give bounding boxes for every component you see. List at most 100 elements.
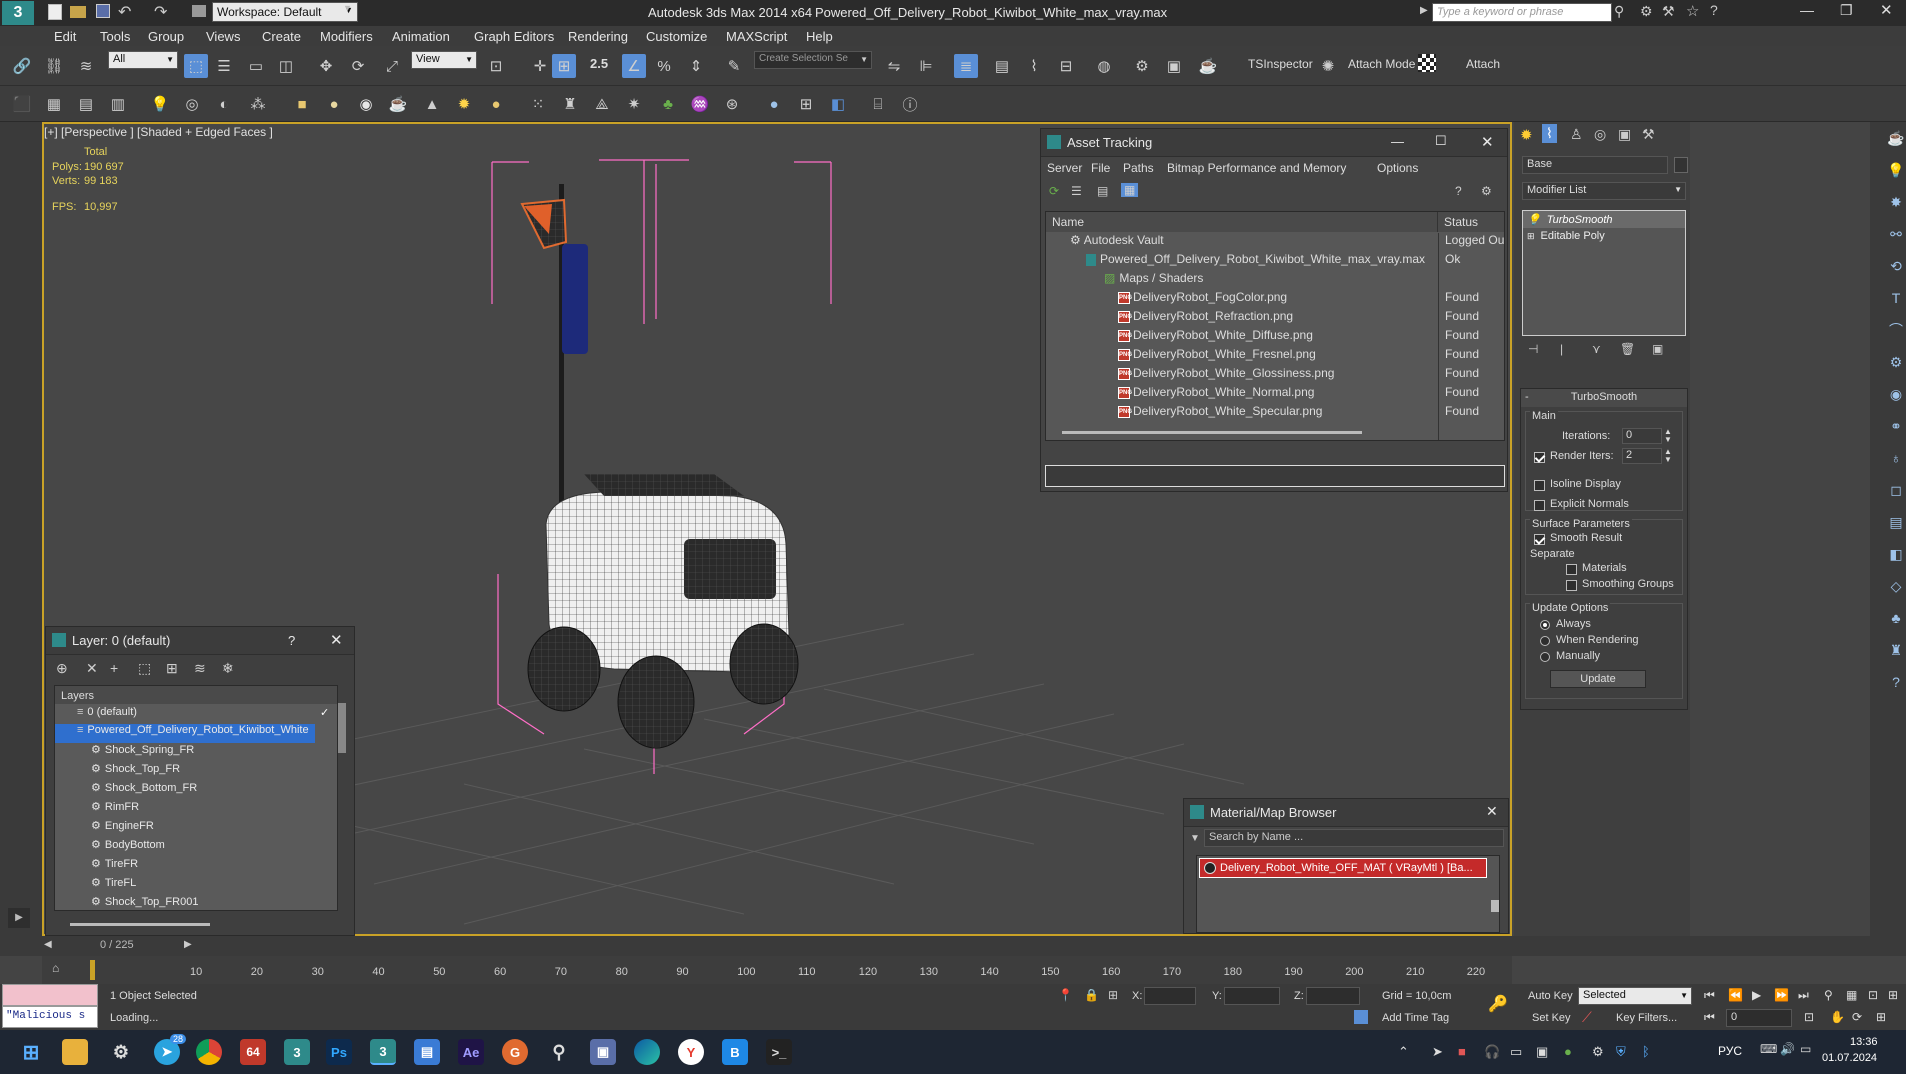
object-name-field[interactable]: Base	[1522, 156, 1668, 174]
x-coordinate-field[interactable]	[1144, 987, 1196, 1005]
yandex-icon[interactable]: Y	[678, 1039, 704, 1065]
notepad-icon[interactable]: ▤	[414, 1039, 440, 1065]
time-config-icon[interactable]: ⊡	[1804, 1010, 1814, 1024]
angle-snap-icon[interactable]: ∠	[622, 54, 646, 78]
3dsmax-taskbar-icon[interactable]: 3	[284, 1039, 310, 1065]
configure-sets-icon[interactable]: ▣	[1652, 342, 1663, 356]
asset-row-bitmap[interactable]: PNGDeliveryRobot_White_Diffuse.png	[1046, 328, 1313, 347]
camera-icon[interactable]: ◎	[180, 92, 204, 116]
layer-row-object[interactable]: ⚙ TireFL	[55, 876, 335, 895]
menu-rendering[interactable]: Rendering	[568, 29, 628, 44]
infocenter-expand-icon[interactable]: ▶	[1420, 5, 1428, 16]
maximize-icon[interactable]: ❐	[1840, 2, 1853, 19]
explicit-normals-checkbox[interactable]	[1534, 500, 1545, 511]
iterations-spinner[interactable]: 0	[1622, 428, 1662, 444]
fov-icon[interactable]: ⊞	[1876, 1010, 1886, 1024]
menu-graph-editors[interactable]: Graph Editors	[474, 29, 554, 44]
vray-sphere-icon[interactable]: ✷	[622, 92, 646, 116]
when-rendering-radio[interactable]	[1540, 636, 1550, 646]
motion-tab-icon[interactable]: ◎	[1594, 126, 1606, 143]
tray-green-icon[interactable]: ●	[1564, 1044, 1572, 1059]
save-app-icon[interactable]: ▣	[590, 1039, 616, 1065]
smooth-result-checkbox[interactable]	[1534, 534, 1545, 545]
close-icon[interactable]: ✕	[330, 631, 343, 649]
terminal-icon[interactable]: >_	[766, 1039, 792, 1065]
key-mode-toggle-icon[interactable]: ⏮	[1704, 1010, 1715, 1025]
help-icon[interactable]: ?	[1710, 2, 1718, 18]
close-icon[interactable]: ✕	[1481, 133, 1494, 151]
next-frame-icon[interactable]: ⏩	[1774, 988, 1789, 1002]
app-64-icon[interactable]: 64	[240, 1039, 266, 1065]
bulb-icon[interactable]: 💡	[1527, 214, 1541, 226]
isolate-toggle-icon[interactable]: 📍	[1058, 988, 1073, 1002]
input-language[interactable]: РУС	[1718, 1044, 1742, 1058]
layer-row-object[interactable]: ⚙ Shock_Top_FR	[55, 762, 335, 781]
volume-icon[interactable]: 🔊	[1780, 1042, 1795, 1056]
keyboard-shortcut-override-icon[interactable]: ⊞	[552, 54, 576, 78]
material-list-scrollbar[interactable]	[1491, 900, 1499, 912]
align-icon[interactable]: ⊫	[914, 54, 938, 78]
menu-bitmap-performance[interactable]: Bitmap Performance and Memory	[1167, 161, 1346, 175]
layer-list-horizontal-scrollbar[interactable]	[70, 923, 210, 926]
object-color-swatch[interactable]	[1674, 157, 1688, 173]
percent-snap-icon[interactable]: %	[652, 54, 676, 78]
menu-options[interactable]: Options	[1377, 161, 1418, 175]
terminal-icon[interactable]: ▤	[1886, 506, 1906, 538]
remove-modifier-icon[interactable]: 🗑	[1620, 342, 1635, 356]
attach-mode-button[interactable]: Attach Mode	[1348, 57, 1415, 71]
question-icon[interactable]: ?	[1886, 666, 1906, 698]
box-primitive-icon[interactable]: ■	[290, 92, 314, 116]
highlight-layer-icon[interactable]: ⊞	[166, 660, 178, 677]
link-icon[interactable]: ⚭	[1886, 410, 1906, 442]
column-header-status[interactable]: Status	[1438, 212, 1504, 232]
layer-row-robot[interactable]: ≡ Powered_Off_Delivery_Robot_Kiwibot_Whit…	[55, 724, 315, 743]
menu-maxscript[interactable]: MAXScript	[726, 29, 787, 44]
clock-date[interactable]: 01.07.2024	[1822, 1052, 1877, 1064]
helper-icon[interactable]: ✸	[1886, 186, 1906, 218]
viewport-label[interactable]: [+] [Perspective ] [Shaded + Edged Faces…	[44, 125, 273, 139]
previous-frame-icon[interactable]: ⏪	[1728, 988, 1743, 1002]
always-radio[interactable]	[1540, 620, 1550, 630]
asset-path-field[interactable]	[1045, 465, 1505, 487]
selection-filter-dropdown[interactable]: All ▼	[108, 51, 178, 69]
add-to-layer-icon[interactable]: +	[110, 660, 118, 676]
manually-radio[interactable]	[1540, 652, 1550, 662]
search-app-icon[interactable]: ⚲	[546, 1039, 572, 1065]
sphere-primitive-icon[interactable]: ●	[322, 92, 346, 116]
minimize-icon[interactable]: —	[1800, 2, 1814, 18]
menu-modifiers[interactable]: Modifiers	[320, 29, 373, 44]
layer-row-object[interactable]: ⚙ TireFR	[55, 857, 335, 876]
pan-icon[interactable]: ✋	[1830, 1010, 1845, 1024]
vray-frame-buffer-icon[interactable]: ⊞	[794, 92, 818, 116]
menu-server[interactable]: Server	[1047, 161, 1082, 175]
menu-animation[interactable]: Animation	[392, 29, 450, 44]
menu-tools[interactable]: Tools	[100, 29, 130, 44]
tray-bluetooth-icon[interactable]: ᛒ	[1642, 1044, 1650, 1059]
go-to-end-icon[interactable]: ⏭	[1798, 988, 1809, 1003]
world-icon[interactable]: ◉	[1886, 378, 1906, 410]
maximize-viewport-icon[interactable]: ⊞	[1888, 988, 1898, 1002]
asset-row-bitmap[interactable]: PNGDeliveryRobot_White_Glossiness.png	[1046, 366, 1334, 385]
menu-file[interactable]: File	[1091, 161, 1110, 175]
infocenter-search-input[interactable]: Type a keyword or phrase	[1432, 3, 1612, 22]
square-icon[interactable]: ◻	[1886, 474, 1906, 506]
view-icon[interactable]: ◇	[1886, 570, 1906, 602]
menu-group[interactable]: Group	[148, 29, 184, 44]
geosphere-primitive-icon[interactable]: ◉	[354, 92, 378, 116]
cone-primitive-icon[interactable]: ▲	[420, 92, 444, 116]
project-folder-icon[interactable]	[192, 5, 206, 17]
checker-icon[interactable]	[1418, 54, 1436, 72]
modify-tab-icon[interactable]: ⌇	[1542, 124, 1557, 143]
network-icon[interactable]: ⌨	[1760, 1042, 1777, 1056]
menu-paths[interactable]: Paths	[1123, 161, 1154, 175]
hide-all-icon[interactable]: ≋	[194, 660, 206, 677]
spinner-snap-icon[interactable]: ⇕	[684, 54, 708, 78]
close-icon[interactable]: ✕	[1486, 803, 1498, 820]
named-selection-dropdown[interactable]: Create Selection Se ▼	[754, 51, 872, 69]
add-time-tag[interactable]: Add Time Tag	[1382, 1012, 1449, 1024]
expand-tracks-icon[interactable]: ▶	[8, 908, 30, 928]
tray-vpn-icon[interactable]: ⚙	[1592, 1044, 1604, 1060]
menu-edit[interactable]: Edit	[54, 29, 76, 44]
render-production-icon[interactable]: ☕	[1196, 54, 1220, 78]
window-crossing-icon[interactable]: ◫	[274, 54, 298, 78]
